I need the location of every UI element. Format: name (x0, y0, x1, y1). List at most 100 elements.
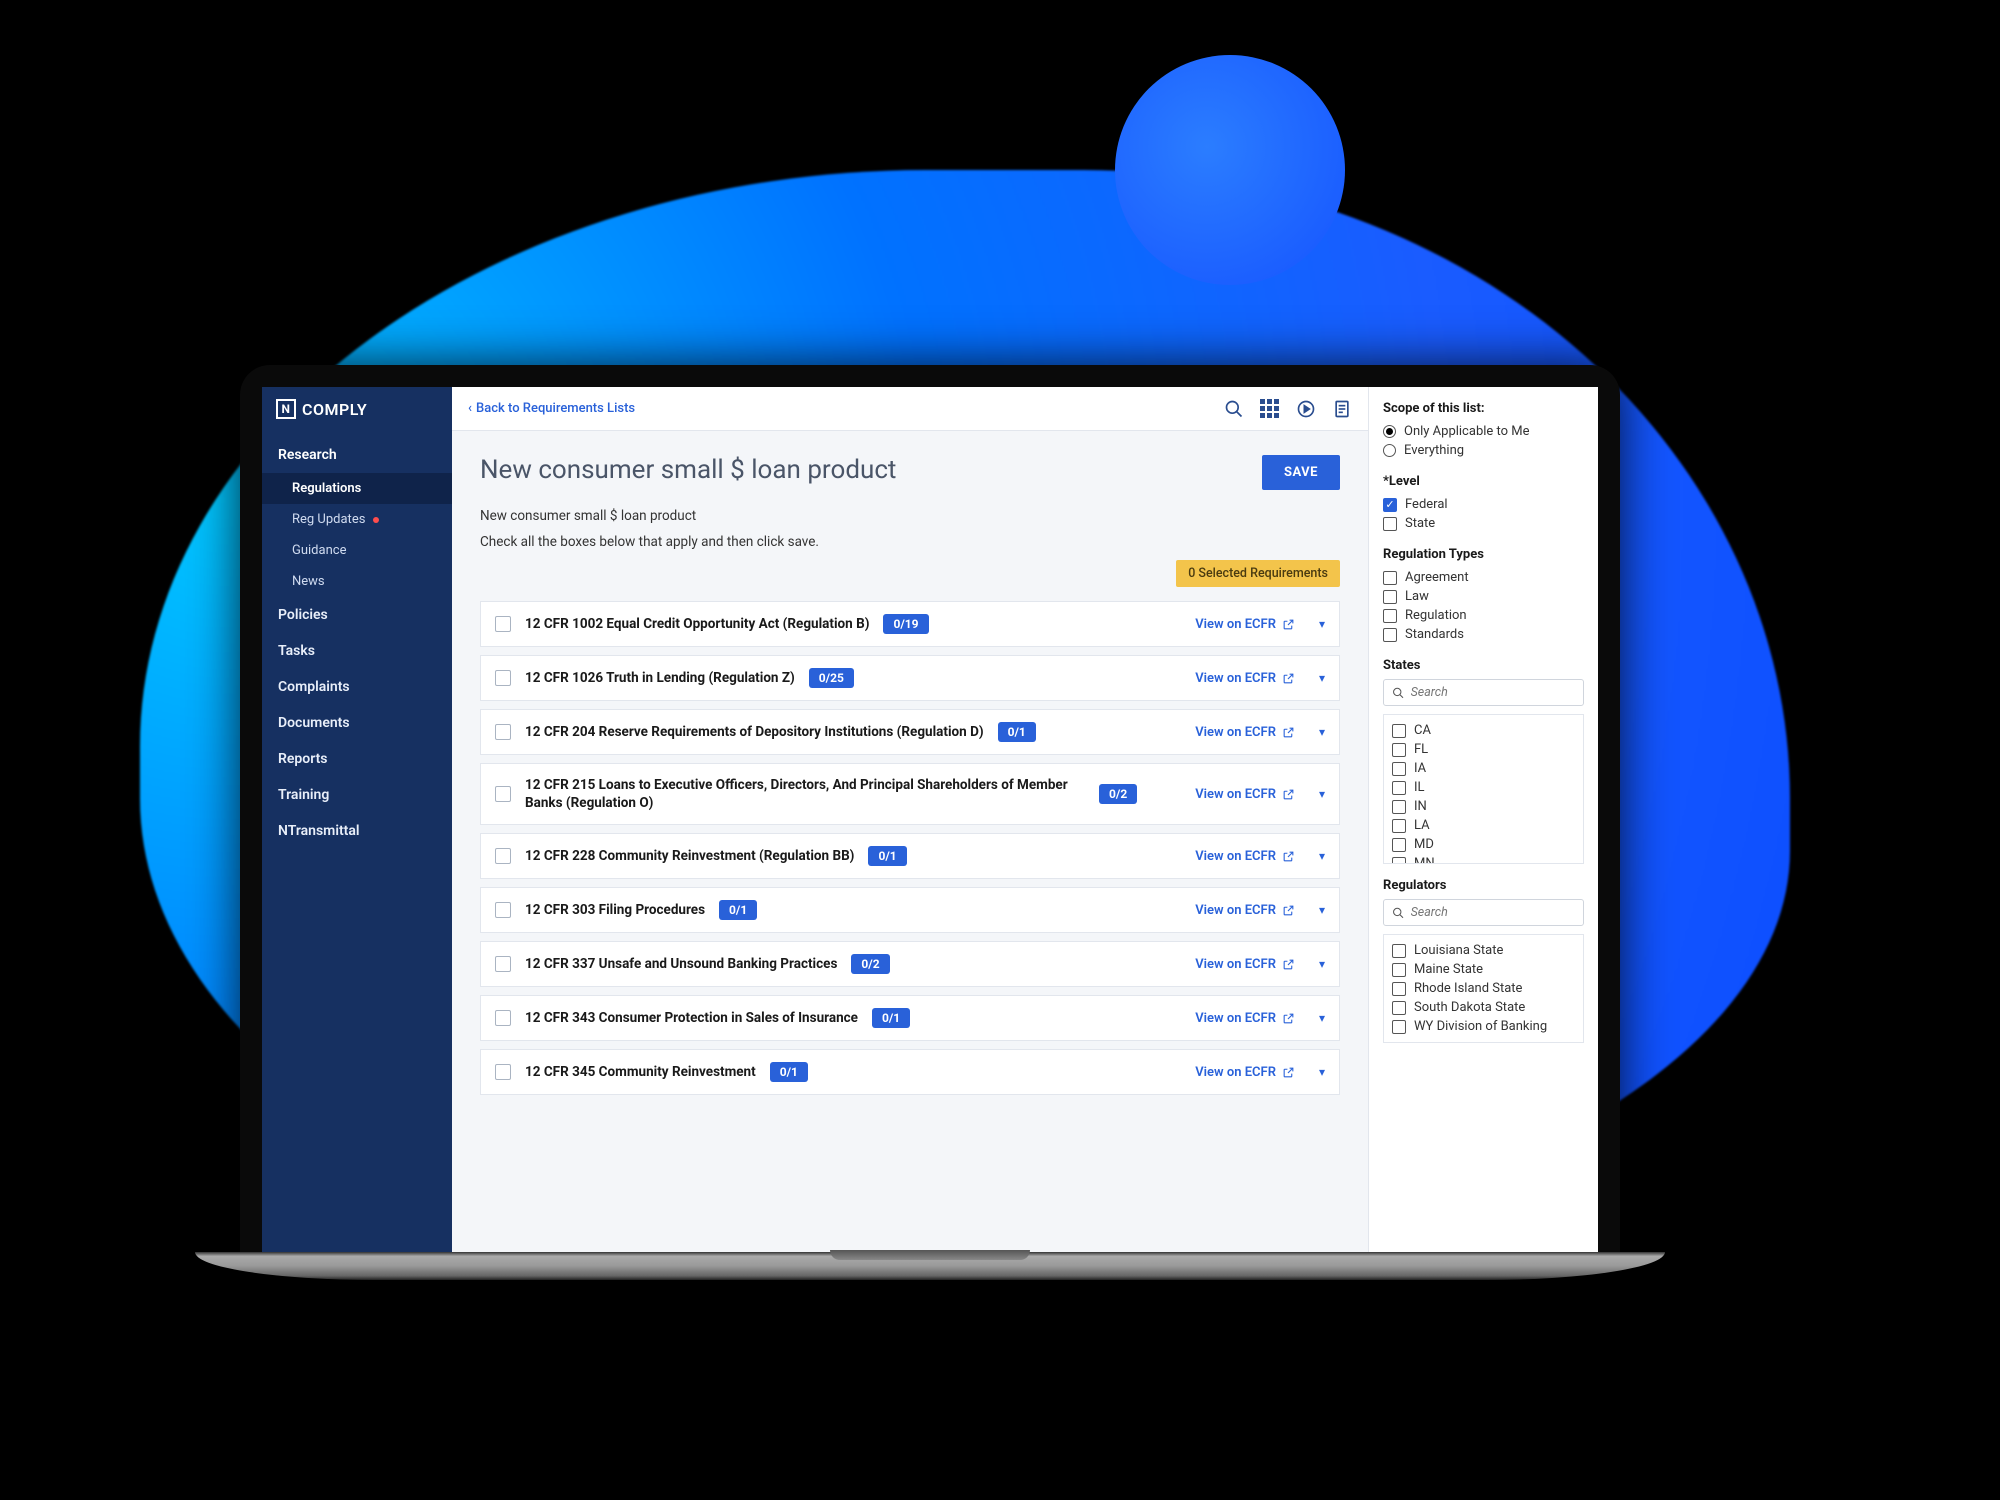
back-link[interactable]: ‹ Back to Requirements Lists (468, 401, 635, 416)
chevron-down-icon[interactable]: ▾ (1319, 617, 1325, 631)
external-link-icon (1282, 726, 1295, 739)
scope-radio-everything[interactable]: Everything (1383, 441, 1584, 460)
regulation-row: 12 CFR 204 Reserve Requirements of Depos… (480, 709, 1340, 755)
regulation-row: 12 CFR 303 Filing Procedures0/1View on E… (480, 887, 1340, 933)
chevron-down-icon[interactable]: ▾ (1319, 1065, 1325, 1079)
regulator-check[interactable]: Louisiana State (1392, 941, 1575, 960)
regulator-check[interactable]: WY Division of Banking (1392, 1017, 1575, 1036)
chevron-down-icon[interactable]: ▾ (1319, 903, 1325, 917)
level-check-state[interactable]: State (1383, 514, 1584, 533)
view-ecfr-link[interactable]: View on ECFR (1195, 725, 1295, 740)
brand-logo[interactable]: N COMPLY (262, 387, 452, 431)
chevron-down-icon[interactable]: ▾ (1319, 957, 1325, 971)
regulation-checkbox[interactable] (495, 956, 511, 972)
checkbox-icon: ✓ (1383, 498, 1397, 512)
brand-icon: N (276, 399, 296, 419)
view-ecfr-link[interactable]: View on ECFR (1195, 1065, 1295, 1080)
states-search-input[interactable] (1411, 685, 1575, 700)
regulators-search-input[interactable] (1411, 905, 1575, 920)
chevron-down-icon[interactable]: ▾ (1319, 725, 1325, 739)
checkbox-icon (1392, 743, 1406, 757)
regulator-check[interactable]: South Dakota State (1392, 998, 1575, 1017)
save-button[interactable]: SAVE (1262, 455, 1340, 490)
regtype-check[interactable]: Law (1383, 587, 1584, 606)
regulation-checkbox[interactable] (495, 902, 511, 918)
checkbox-icon (1392, 1020, 1406, 1034)
chevron-down-icon[interactable]: ▾ (1319, 787, 1325, 801)
regulation-checkbox[interactable] (495, 1010, 511, 1026)
nav-sub-regulations[interactable]: Regulations (262, 473, 452, 504)
regulation-count-badge: 0/1 (872, 1008, 910, 1028)
nav-sub-reg-updates[interactable]: Reg Updates (262, 504, 452, 535)
chevron-down-icon[interactable]: ▾ (1319, 1011, 1325, 1025)
regulation-checkbox[interactable] (495, 1064, 511, 1080)
topbar: ‹ Back to Requirements Lists (452, 387, 1368, 431)
scope-radio-applicable[interactable]: Only Applicable to Me (1383, 422, 1584, 441)
regulation-checkbox[interactable] (495, 786, 511, 802)
regulation-checkbox[interactable] (495, 670, 511, 686)
nav-research[interactable]: Research (262, 437, 452, 473)
external-link-icon (1282, 1012, 1295, 1025)
regulation-row: 12 CFR 215 Loans to Executive Officers, … (480, 763, 1340, 825)
apps-grid-icon[interactable] (1260, 399, 1280, 419)
state-check[interactable]: MN (1392, 854, 1575, 864)
play-circle-icon[interactable] (1296, 399, 1316, 419)
regulation-checkbox[interactable] (495, 724, 511, 740)
search-icon[interactable] (1224, 399, 1244, 419)
state-check[interactable]: FL (1392, 740, 1575, 759)
regtype-check[interactable]: Regulation (1383, 606, 1584, 625)
view-ecfr-link[interactable]: View on ECFR (1195, 849, 1295, 864)
regulators-heading: Regulators (1383, 878, 1584, 893)
external-link-icon (1282, 958, 1295, 971)
state-check[interactable]: IA (1392, 759, 1575, 778)
search-icon (1392, 686, 1405, 700)
regulators-search[interactable] (1383, 899, 1584, 926)
state-check[interactable]: LA (1392, 816, 1575, 835)
topbar-icons (1224, 399, 1352, 419)
regulation-title: 12 CFR 204 Reserve Requirements of Depos… (525, 724, 984, 740)
nav-reports[interactable]: Reports (262, 741, 452, 777)
regulator-check[interactable]: Maine State (1392, 960, 1575, 979)
regulation-checkbox[interactable] (495, 848, 511, 864)
view-ecfr-link[interactable]: View on ECFR (1195, 1011, 1295, 1026)
regulator-check[interactable]: Rhode Island State (1392, 979, 1575, 998)
nav-ntransmittal[interactable]: NTransmittal (262, 813, 452, 849)
page-header: New consumer small $ loan product SAVE (480, 455, 1340, 490)
regulation-checkbox[interactable] (495, 616, 511, 632)
nav-sub-news[interactable]: News (262, 566, 452, 597)
page-instruction: Check all the boxes below that apply and… (480, 534, 1340, 550)
view-ecfr-link[interactable]: View on ECFR (1195, 617, 1295, 632)
checkbox-icon (1383, 517, 1397, 531)
view-ecfr-link[interactable]: View on ECFR (1195, 671, 1295, 686)
chevron-down-icon[interactable]: ▾ (1319, 849, 1325, 863)
regulation-count-badge: 0/1 (719, 900, 757, 920)
page-subtitle: New consumer small $ loan product (480, 508, 1340, 524)
laptop-frame: N COMPLY Research Regulations Reg Update… (240, 365, 1620, 1280)
nav-complaints[interactable]: Complaints (262, 669, 452, 705)
document-icon[interactable] (1332, 399, 1352, 419)
nav-tasks[interactable]: Tasks (262, 633, 452, 669)
state-check[interactable]: CA (1392, 721, 1575, 740)
chevron-down-icon[interactable]: ▾ (1319, 671, 1325, 685)
view-ecfr-link[interactable]: View on ECFR (1195, 787, 1295, 802)
view-ecfr-link[interactable]: View on ECFR (1195, 957, 1295, 972)
brand-name: COMPLY (302, 400, 367, 419)
checkbox-icon (1392, 800, 1406, 814)
regtype-check[interactable]: Agreement (1383, 568, 1584, 587)
level-check-federal[interactable]: ✓Federal (1383, 495, 1584, 514)
regulation-count-badge: 0/1 (868, 846, 906, 866)
state-check[interactable]: IN (1392, 797, 1575, 816)
regtype-check[interactable]: Standards (1383, 625, 1584, 644)
nav-sub-guidance[interactable]: Guidance (262, 535, 452, 566)
states-search[interactable] (1383, 679, 1584, 706)
view-ecfr-link[interactable]: View on ECFR (1195, 903, 1295, 918)
nav-documents[interactable]: Documents (262, 705, 452, 741)
state-check[interactable]: IL (1392, 778, 1575, 797)
state-check[interactable]: MD (1392, 835, 1575, 854)
nav-policies[interactable]: Policies (262, 597, 452, 633)
nav-training[interactable]: Training (262, 777, 452, 813)
regulation-count-badge: 0/25 (809, 668, 854, 688)
regulation-title: 12 CFR 343 Consumer Protection in Sales … (525, 1010, 858, 1026)
regulators-list: Louisiana StateMaine StateRhode Island S… (1383, 934, 1584, 1043)
checkbox-icon (1392, 819, 1406, 833)
